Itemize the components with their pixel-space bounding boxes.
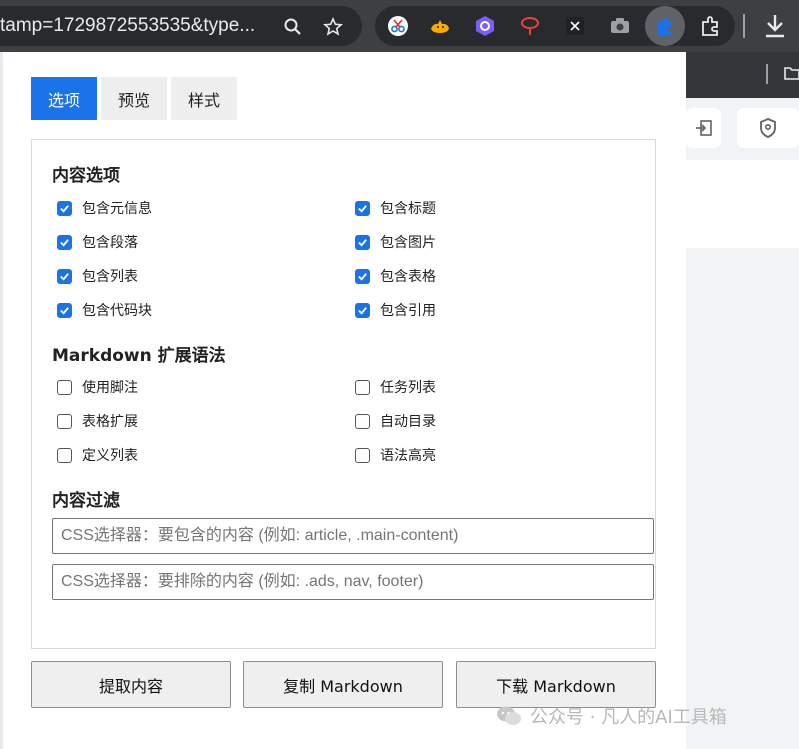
bookmark-star-icon[interactable] [320,14,346,40]
checkbox[interactable] [57,200,72,216]
bookmark-divider [766,64,768,84]
option-include-headings[interactable]: 包含标题 [355,198,436,218]
option-footnotes[interactable]: 使用脚注 [57,377,138,397]
extensions-bar [375,6,735,46]
red-cloud-ext-icon[interactable] [517,13,543,39]
browser-toolbar: tamp=1729872553535&type... [0,0,799,52]
checkbox[interactable] [57,413,72,429]
bookmarks-bar [686,52,799,98]
option-include-paragraphs[interactable]: 包含段落 [57,232,138,252]
address-bar[interactable]: tamp=1729872553535&type... [0,6,362,46]
extensions-icon[interactable] [697,13,723,39]
option-label: 包含标题 [380,201,436,217]
option-include-tables[interactable]: 包含表格 [355,266,436,286]
toolbar-divider [743,14,745,38]
checkbox[interactable] [57,234,72,250]
option-label: 包含图片 [380,235,436,251]
checkbox[interactable] [355,200,370,216]
watermark-text: 公众号 · 凡人的AI工具箱 [530,707,727,728]
exclude-selector-input[interactable] [52,564,654,600]
checkbox[interactable] [355,379,370,395]
tab-bar: 选项 预览 样式 [31,77,238,120]
zoom-icon[interactable] [280,14,306,40]
puzzle-ext-icon-active [652,13,678,39]
x-ext-icon[interactable] [562,13,588,39]
checkbox[interactable] [57,379,72,395]
option-label: 包含列表 [82,269,138,285]
option-include-quotes[interactable]: 包含引用 [355,300,436,320]
cat-ext-icon[interactable] [427,13,453,39]
option-label: 包含段落 [82,235,138,251]
shield-icon[interactable] [737,108,799,148]
option-label: 表格扩展 [82,414,138,430]
option-table-ext[interactable]: 表格扩展 [57,411,138,431]
option-label: 使用脚注 [82,380,138,396]
option-label: 任务列表 [380,380,436,396]
tab-style[interactable]: 样式 [171,77,238,120]
background-page-panel [686,160,799,248]
option-include-images[interactable]: 包含图片 [355,232,436,252]
url-text[interactable]: tamp=1729872553535&type... [0,15,255,37]
checkbox[interactable] [57,268,72,284]
option-label: 包含元信息 [82,201,152,217]
option-label: 包含引用 [380,303,436,319]
content-options-title: 内容选项 [52,166,120,186]
checkbox[interactable] [355,268,370,284]
options-panel: 内容选项 包含元信息 包含标题 包含段落 包含图片 包含列表 包含表格 包含代码… [31,139,656,649]
option-task-list[interactable]: 任务列表 [355,377,436,397]
option-auto-toc[interactable]: 自动目录 [355,411,436,431]
option-label: 包含表格 [380,269,436,285]
active-extension-button[interactable] [645,6,685,46]
tab-options[interactable]: 选项 [31,77,98,120]
option-definition-list[interactable]: 定义列表 [57,445,138,465]
option-label: 自动目录 [380,414,436,430]
login-icon[interactable] [686,108,721,148]
option-include-code[interactable]: 包含代码块 [57,300,152,320]
option-label: 定义列表 [82,448,138,464]
folder-icon[interactable] [784,64,799,86]
include-selector-input[interactable] [52,518,654,554]
copy-markdown-button[interactable]: 复制 Markdown [243,661,443,708]
download-markdown-button[interactable]: 下载 Markdown [456,661,656,708]
option-include-meta[interactable]: 包含元信息 [57,198,152,218]
content-filter-title: 内容过滤 [52,491,120,511]
checkbox[interactable] [355,302,370,318]
extract-content-button[interactable]: 提取内容 [31,661,231,708]
option-include-lists[interactable]: 包含列表 [57,266,138,286]
camera-ext-icon[interactable] [607,13,633,39]
download-icon[interactable] [762,12,788,40]
option-label: 语法高亮 [380,448,436,464]
tab-preview[interactable]: 预览 [101,77,168,120]
markdown-ext-title: Markdown 扩展语法 [52,346,226,366]
scissors-ext-icon[interactable] [385,13,411,39]
checkbox[interactable] [355,413,370,429]
option-syntax-highlight[interactable]: 语法高亮 [355,445,436,465]
checkbox[interactable] [57,302,72,318]
wechat-icon [497,706,521,725]
extension-popup: 选项 预览 样式 内容选项 包含元信息 包含标题 包含段落 包含图片 包含列表 … [3,52,686,749]
watermark: 公众号 · 凡人的AI工具箱 [496,703,727,729]
purple-hex-ext-icon[interactable] [472,13,498,39]
checkbox[interactable] [355,234,370,250]
checkbox[interactable] [355,447,370,463]
option-label: 包含代码块 [82,303,152,319]
checkbox[interactable] [57,447,72,463]
